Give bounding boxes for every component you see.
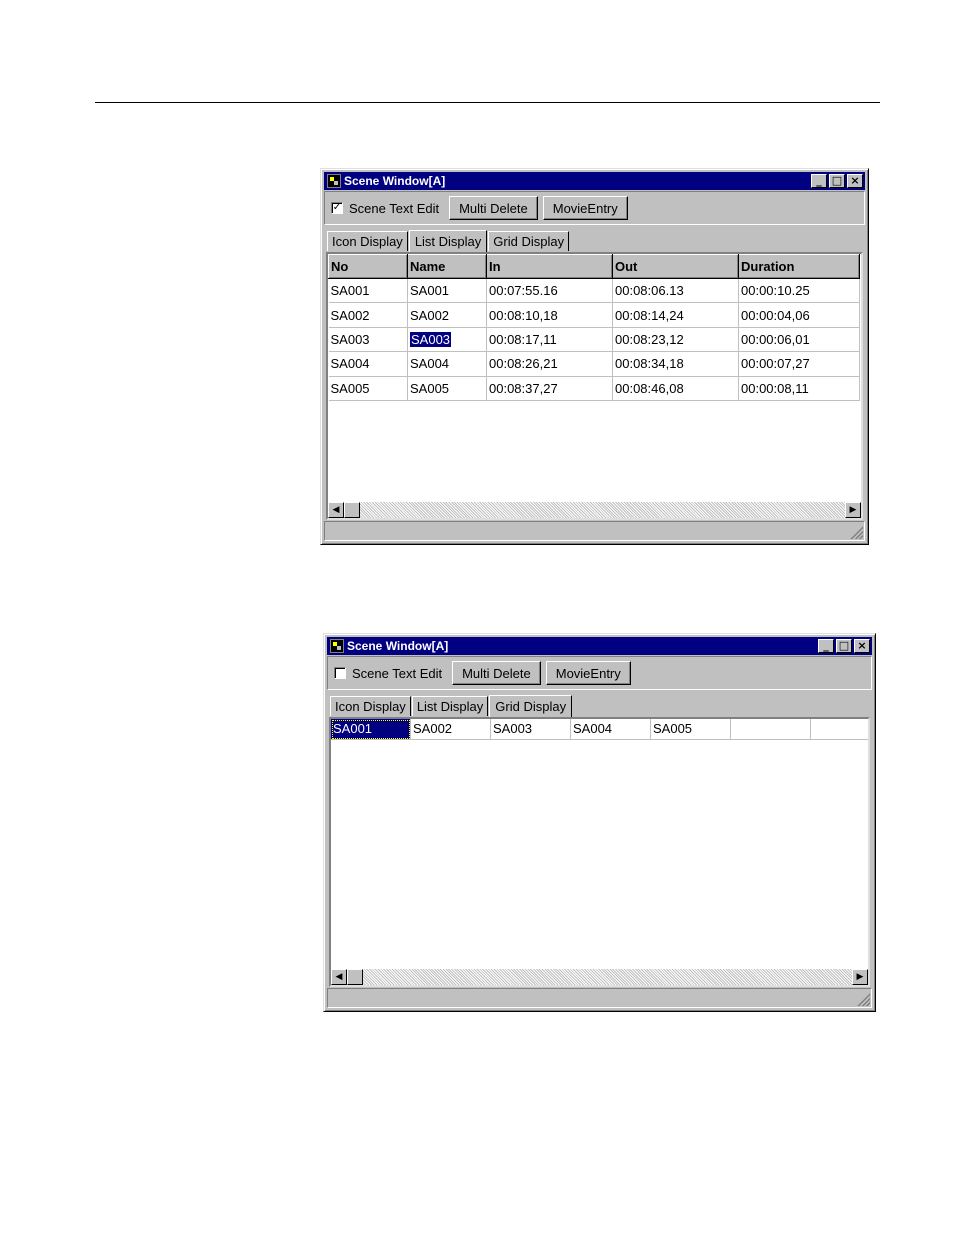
cell-name: SA004 bbox=[407, 351, 487, 377]
cell-in: 00:08:10,18 bbox=[486, 302, 613, 328]
status-bar bbox=[327, 988, 872, 1008]
cell-no: SA002 bbox=[328, 302, 408, 328]
cell-duration: 00:00:08,11 bbox=[738, 376, 860, 401]
grid-cell-selected[interactable]: SA001 bbox=[331, 719, 411, 740]
table-row[interactable]: SA004 SA004 00:08:26,21 00:08:34,18 00:0… bbox=[328, 351, 860, 377]
cell-out: 00:08:06.13 bbox=[612, 278, 739, 304]
cell-no: SA003 bbox=[328, 327, 408, 353]
grid-panel: SA001 SA002 SA003 SA004 SA005 ◀ ▶ bbox=[329, 717, 870, 987]
cell-name: SA001 bbox=[407, 278, 487, 304]
column-header-no[interactable]: No bbox=[328, 254, 408, 279]
toolbar: Scene Text Edit Multi Delete MovieEntry bbox=[327, 656, 872, 690]
scroll-thumb[interactable] bbox=[347, 969, 363, 985]
title-bar[interactable]: Scene Window[A] _ □ × bbox=[324, 172, 865, 190]
scene-window-grid: Scene Window[A] _ □ × Scene Text Edit Mu… bbox=[323, 633, 876, 1012]
cell-name-text: SA002 bbox=[410, 307, 450, 323]
multi-delete-button[interactable]: Multi Delete bbox=[452, 661, 541, 685]
grid-cell[interactable]: SA004 bbox=[571, 719, 651, 740]
cell-out: 00:08:14,24 bbox=[612, 302, 739, 328]
cell-in: 00:08:17,11 bbox=[486, 327, 613, 353]
horizontal-scrollbar[interactable]: ◀ ▶ bbox=[331, 969, 868, 985]
resize-grip-icon[interactable] bbox=[856, 992, 870, 1006]
app-icon[interactable] bbox=[327, 174, 341, 188]
scene-text-edit-checkbox[interactable]: ✓ bbox=[331, 202, 343, 214]
scroll-left-icon[interactable]: ◀ bbox=[331, 969, 347, 985]
tab-icon-display[interactable]: Icon Display bbox=[327, 231, 408, 251]
multi-delete-button[interactable]: Multi Delete bbox=[449, 196, 538, 220]
minimize-button[interactable]: _ bbox=[818, 639, 834, 653]
cell-name: SA005 bbox=[407, 376, 487, 401]
table-row[interactable]: SA002 SA002 00:08:10,18 00:08:14,24 00:0… bbox=[328, 302, 860, 328]
tab-list-display[interactable]: List Display bbox=[408, 230, 488, 252]
cell-duration: 00:00:06,01 bbox=[738, 327, 860, 353]
cell-name-text-selected[interactable]: SA003 bbox=[410, 331, 452, 347]
column-header-in[interactable]: In bbox=[486, 254, 613, 279]
cell-in: 00:08:26,21 bbox=[486, 351, 613, 377]
cell-name: SA003 bbox=[407, 327, 487, 353]
column-header-duration[interactable]: Duration bbox=[738, 254, 860, 279]
column-header-out[interactable]: Out bbox=[612, 254, 739, 279]
scroll-right-icon[interactable]: ▶ bbox=[845, 502, 861, 518]
cell-duration: 00:00:07,27 bbox=[738, 351, 860, 377]
table-row[interactable]: SA005 SA005 00:08:37,27 00:08:46,08 00:0… bbox=[328, 376, 860, 401]
column-header-name[interactable]: Name bbox=[407, 254, 487, 279]
cell-out: 00:08:46,08 bbox=[612, 376, 739, 401]
scene-text-edit-label: Scene Text Edit bbox=[349, 200, 440, 216]
horizontal-scrollbar[interactable]: ◀ ▶ bbox=[328, 502, 861, 518]
scene-text-edit-toggle[interactable]: Scene Text Edit bbox=[334, 666, 442, 681]
view-tabs: Icon Display List Display Grid Display bbox=[330, 694, 573, 717]
grid-cell[interactable]: SA005 bbox=[651, 719, 731, 740]
scene-grid-row: SA001 SA002 SA003 SA004 SA005 bbox=[331, 719, 868, 740]
cell-no: SA005 bbox=[328, 376, 408, 401]
app-icon[interactable] bbox=[330, 639, 344, 653]
grid-cell[interactable]: SA002 bbox=[411, 719, 491, 740]
scroll-thumb[interactable] bbox=[344, 502, 360, 518]
toolbar: ✓ Scene Text Edit Multi Delete MovieEntr… bbox=[324, 191, 865, 225]
scene-list-table: No Name In Out Duration SA001 SA001 00:0… bbox=[328, 254, 860, 401]
tab-grid-display[interactable]: Grid Display bbox=[488, 231, 570, 251]
scene-text-edit-checkbox[interactable] bbox=[334, 667, 346, 679]
cell-in: 00:08:37,27 bbox=[486, 376, 613, 401]
movie-entry-button[interactable]: MovieEntry bbox=[542, 196, 628, 220]
cell-in: 00:07:55.16 bbox=[486, 278, 613, 304]
movie-entry-button[interactable]: MovieEntry bbox=[545, 661, 631, 685]
grid-cell-empty[interactable] bbox=[731, 719, 811, 740]
grid-cell-empty[interactable] bbox=[811, 719, 868, 740]
cell-out: 00:08:23,12 bbox=[612, 327, 739, 353]
table-row-selected[interactable]: SA003 SA003 00:08:17,11 00:08:23,12 00:0… bbox=[328, 327, 860, 353]
window-title: Scene Window[A] bbox=[344, 174, 446, 188]
title-bar[interactable]: Scene Window[A] _ □ × bbox=[327, 637, 872, 655]
tab-list-display[interactable]: List Display bbox=[411, 696, 489, 716]
scroll-left-icon[interactable]: ◀ bbox=[328, 502, 344, 518]
cell-duration: 00:00:10.25 bbox=[738, 278, 860, 304]
resize-grip-icon[interactable] bbox=[849, 525, 863, 539]
cell-out: 00:08:34,18 bbox=[612, 351, 739, 377]
page-header-rule bbox=[95, 102, 880, 103]
status-bar bbox=[324, 521, 865, 541]
maximize-button[interactable]: □ bbox=[836, 639, 852, 653]
scene-text-edit-toggle[interactable]: ✓ Scene Text Edit bbox=[331, 201, 439, 216]
window-title: Scene Window[A] bbox=[347, 639, 449, 653]
view-tabs: Icon Display List Display Grid Display bbox=[327, 229, 570, 252]
close-button[interactable]: × bbox=[847, 174, 863, 188]
scene-text-edit-label: Scene Text Edit bbox=[352, 665, 443, 681]
grid-cell[interactable]: SA003 bbox=[491, 719, 571, 740]
cell-name: SA002 bbox=[407, 302, 487, 328]
cell-no: SA001 bbox=[328, 278, 408, 304]
maximize-button[interactable]: □ bbox=[829, 174, 845, 188]
list-header-row: No Name In Out Duration bbox=[328, 254, 860, 279]
table-row[interactable]: SA001 SA001 00:07:55.16 00:08:06.13 00:0… bbox=[328, 278, 860, 304]
cell-name-text: SA005 bbox=[410, 380, 450, 396]
cell-name-text: SA004 bbox=[410, 356, 450, 372]
tab-icon-display[interactable]: Icon Display bbox=[330, 696, 411, 716]
cell-duration: 00:00:04,06 bbox=[738, 302, 860, 328]
list-panel: No Name In Out Duration SA001 SA001 00:0… bbox=[326, 252, 863, 520]
tab-grid-display[interactable]: Grid Display bbox=[489, 695, 573, 717]
scene-window-list: Scene Window[A] _ □ × ✓ Scene Text Edit … bbox=[320, 168, 869, 545]
cell-name-text: SA001 bbox=[410, 283, 450, 299]
minimize-button[interactable]: _ bbox=[811, 174, 827, 188]
close-button[interactable]: × bbox=[854, 639, 870, 653]
scroll-right-icon[interactable]: ▶ bbox=[852, 969, 868, 985]
cell-no: SA004 bbox=[328, 351, 408, 377]
